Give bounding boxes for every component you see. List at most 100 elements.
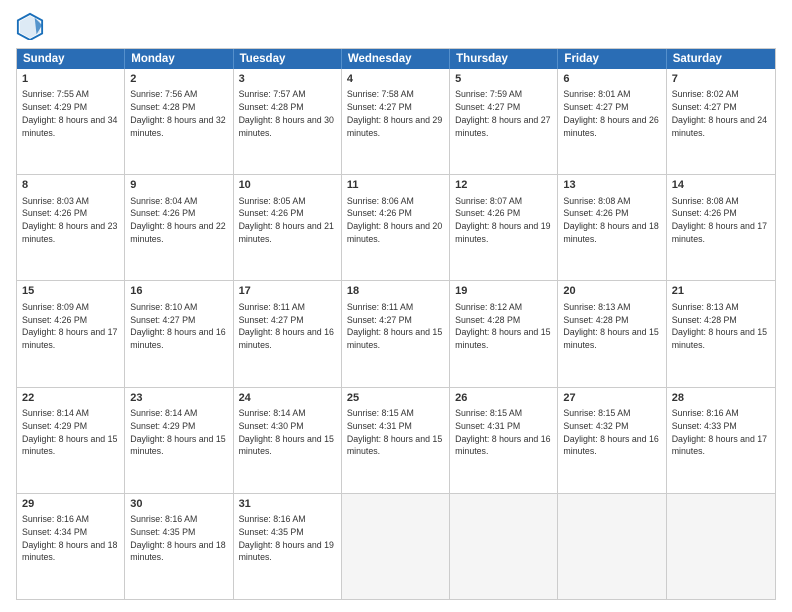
day-cell-3: 3Sunrise: 7:57 AM Sunset: 4:28 PM Daylig… — [234, 69, 342, 174]
day-info: Sunrise: 8:13 AM Sunset: 4:28 PM Dayligh… — [563, 301, 660, 352]
day-info: Sunrise: 8:06 AM Sunset: 4:26 PM Dayligh… — [347, 195, 444, 246]
day-cell-30: 30Sunrise: 8:16 AM Sunset: 4:35 PM Dayli… — [125, 494, 233, 599]
day-number: 18 — [347, 284, 444, 299]
day-number: 8 — [22, 178, 119, 193]
day-cell-8: 8 Sunrise: 8:03 AM Sunset: 4:26 PM Daylig… — [17, 175, 125, 280]
header — [16, 12, 776, 40]
day-number: 29 — [22, 497, 119, 512]
day-number: 20 — [563, 284, 660, 299]
day-info: Sunrise: 7:56 AM Sunset: 4:28 PM Dayligh… — [130, 88, 227, 139]
day-info: Sunrise: 8:14 AM Sunset: 4:30 PM Dayligh… — [239, 407, 336, 458]
day-number: 23 — [130, 391, 227, 406]
day-cell-28: 28Sunrise: 8:16 AM Sunset: 4:33 PM Dayli… — [667, 388, 775, 493]
day-info: Sunrise: 8:04 AM Sunset: 4:26 PM Dayligh… — [130, 195, 227, 246]
day-cell-29: 29Sunrise: 8:16 AM Sunset: 4:34 PM Dayli… — [17, 494, 125, 599]
empty-cell — [667, 494, 775, 599]
day-info: Sunrise: 7:55 AM Sunset: 4:29 PM Dayligh… — [22, 88, 119, 139]
day-number: 25 — [347, 391, 444, 406]
day-info: Sunrise: 8:11 AM Sunset: 4:27 PM Dayligh… — [347, 301, 444, 352]
week-row-3: 15 Sunrise: 8:09 AM Sunset: 4:26 PM Dayli… — [17, 280, 775, 386]
day-info: Sunrise: 8:14 AM Sunset: 4:29 PM Dayligh… — [22, 407, 119, 458]
day-number: 7 — [672, 72, 770, 87]
day-number: 19 — [455, 284, 552, 299]
day-info: Sunrise: 8:16 AM Sunset: 4:35 PM Dayligh… — [130, 513, 227, 564]
page: SundayMondayTuesdayWednesdayThursdayFrid… — [0, 0, 792, 612]
day-header-sunday: Sunday — [17, 49, 125, 69]
day-cell-23: 23Sunrise: 8:14 AM Sunset: 4:29 PM Dayli… — [125, 388, 233, 493]
empty-cell — [450, 494, 558, 599]
day-number: 16 — [130, 284, 227, 299]
day-number: 21 — [672, 284, 770, 299]
day-info: Sunrise: 8:11 AM Sunset: 4:27 PM Dayligh… — [239, 301, 336, 352]
day-number: 6 — [563, 72, 660, 87]
day-number: 31 — [239, 497, 336, 512]
day-number: 9 — [130, 178, 227, 193]
day-cell-20: 20 Sunrise: 8:13 AM Sunset: 4:28 PM Dayli… — [558, 281, 666, 386]
day-info: Sunrise: 8:02 AM Sunset: 4:27 PM Dayligh… — [672, 88, 770, 139]
day-info: Sunrise: 8:09 AM Sunset: 4:26 PM Dayligh… — [22, 301, 119, 352]
day-number: 10 — [239, 178, 336, 193]
day-header-saturday: Saturday — [667, 49, 775, 69]
day-cell-1: 1Sunrise: 7:55 AM Sunset: 4:29 PM Daylig… — [17, 69, 125, 174]
empty-cell — [558, 494, 666, 599]
day-info: Sunrise: 8:16 AM Sunset: 4:34 PM Dayligh… — [22, 513, 119, 564]
day-header-tuesday: Tuesday — [234, 49, 342, 69]
day-number: 22 — [22, 391, 119, 406]
week-row-4: 22Sunrise: 8:14 AM Sunset: 4:29 PM Dayli… — [17, 387, 775, 493]
day-info: Sunrise: 8:16 AM Sunset: 4:33 PM Dayligh… — [672, 407, 770, 458]
day-number: 12 — [455, 178, 552, 193]
day-cell-4: 4Sunrise: 7:58 AM Sunset: 4:27 PM Daylig… — [342, 69, 450, 174]
day-cell-22: 22Sunrise: 8:14 AM Sunset: 4:29 PM Dayli… — [17, 388, 125, 493]
day-number: 4 — [347, 72, 444, 87]
empty-cell — [342, 494, 450, 599]
day-cell-19: 19 Sunrise: 8:12 AM Sunset: 4:28 PM Dayli… — [450, 281, 558, 386]
day-cell-25: 25Sunrise: 8:15 AM Sunset: 4:31 PM Dayli… — [342, 388, 450, 493]
day-cell-12: 12 Sunrise: 8:07 AM Sunset: 4:26 PM Dayli… — [450, 175, 558, 280]
day-info: Sunrise: 7:58 AM Sunset: 4:27 PM Dayligh… — [347, 88, 444, 139]
day-number: 14 — [672, 178, 770, 193]
day-cell-16: 16Sunrise: 8:10 AM Sunset: 4:27 PM Dayli… — [125, 281, 233, 386]
day-number: 27 — [563, 391, 660, 406]
day-info: Sunrise: 7:57 AM Sunset: 4:28 PM Dayligh… — [239, 88, 336, 139]
day-number: 5 — [455, 72, 552, 87]
day-info: Sunrise: 8:08 AM Sunset: 4:26 PM Dayligh… — [672, 195, 770, 246]
day-info: Sunrise: 8:03 AM Sunset: 4:26 PM Dayligh… — [22, 195, 119, 246]
day-cell-31: 31Sunrise: 8:16 AM Sunset: 4:35 PM Dayli… — [234, 494, 342, 599]
day-number: 1 — [22, 72, 119, 87]
calendar: SundayMondayTuesdayWednesdayThursdayFrid… — [16, 48, 776, 600]
day-cell-5: 5Sunrise: 7:59 AM Sunset: 4:27 PM Daylig… — [450, 69, 558, 174]
day-info: Sunrise: 8:12 AM Sunset: 4:28 PM Dayligh… — [455, 301, 552, 352]
day-cell-24: 24Sunrise: 8:14 AM Sunset: 4:30 PM Dayli… — [234, 388, 342, 493]
day-number: 30 — [130, 497, 227, 512]
logo — [16, 12, 48, 40]
week-row-5: 29Sunrise: 8:16 AM Sunset: 4:34 PM Dayli… — [17, 493, 775, 599]
day-header-thursday: Thursday — [450, 49, 558, 69]
day-cell-10: 10 Sunrise: 8:05 AM Sunset: 4:26 PM Dayli… — [234, 175, 342, 280]
calendar-body: 1Sunrise: 7:55 AM Sunset: 4:29 PM Daylig… — [17, 69, 775, 599]
day-info: Sunrise: 8:16 AM Sunset: 4:35 PM Dayligh… — [239, 513, 336, 564]
calendar-header: SundayMondayTuesdayWednesdayThursdayFrid… — [17, 49, 775, 69]
day-cell-6: 6Sunrise: 8:01 AM Sunset: 4:27 PM Daylig… — [558, 69, 666, 174]
day-cell-14: 14 Sunrise: 8:08 AM Sunset: 4:26 PM Dayli… — [667, 175, 775, 280]
day-cell-9: 9 Sunrise: 8:04 AM Sunset: 4:26 PM Daylig… — [125, 175, 233, 280]
week-row-2: 8 Sunrise: 8:03 AM Sunset: 4:26 PM Daylig… — [17, 174, 775, 280]
day-number: 13 — [563, 178, 660, 193]
day-number: 3 — [239, 72, 336, 87]
day-info: Sunrise: 8:05 AM Sunset: 4:26 PM Dayligh… — [239, 195, 336, 246]
day-cell-18: 18 Sunrise: 8:11 AM Sunset: 4:27 PM Dayli… — [342, 281, 450, 386]
day-header-monday: Monday — [125, 49, 233, 69]
day-header-friday: Friday — [558, 49, 666, 69]
week-row-1: 1Sunrise: 7:55 AM Sunset: 4:29 PM Daylig… — [17, 69, 775, 174]
day-info: Sunrise: 8:15 AM Sunset: 4:32 PM Dayligh… — [563, 407, 660, 458]
logo-icon — [16, 12, 44, 40]
day-info: Sunrise: 8:14 AM Sunset: 4:29 PM Dayligh… — [130, 407, 227, 458]
day-info: Sunrise: 8:07 AM Sunset: 4:26 PM Dayligh… — [455, 195, 552, 246]
day-cell-21: 21 Sunrise: 8:13 AM Sunset: 4:28 PM Dayli… — [667, 281, 775, 386]
day-info: Sunrise: 8:15 AM Sunset: 4:31 PM Dayligh… — [347, 407, 444, 458]
day-cell-11: 11Sunrise: 8:06 AM Sunset: 4:26 PM Dayli… — [342, 175, 450, 280]
day-info: Sunrise: 8:13 AM Sunset: 4:28 PM Dayligh… — [672, 301, 770, 352]
day-info: Sunrise: 8:15 AM Sunset: 4:31 PM Dayligh… — [455, 407, 552, 458]
day-cell-15: 15 Sunrise: 8:09 AM Sunset: 4:26 PM Dayli… — [17, 281, 125, 386]
day-number: 15 — [22, 284, 119, 299]
day-number: 28 — [672, 391, 770, 406]
